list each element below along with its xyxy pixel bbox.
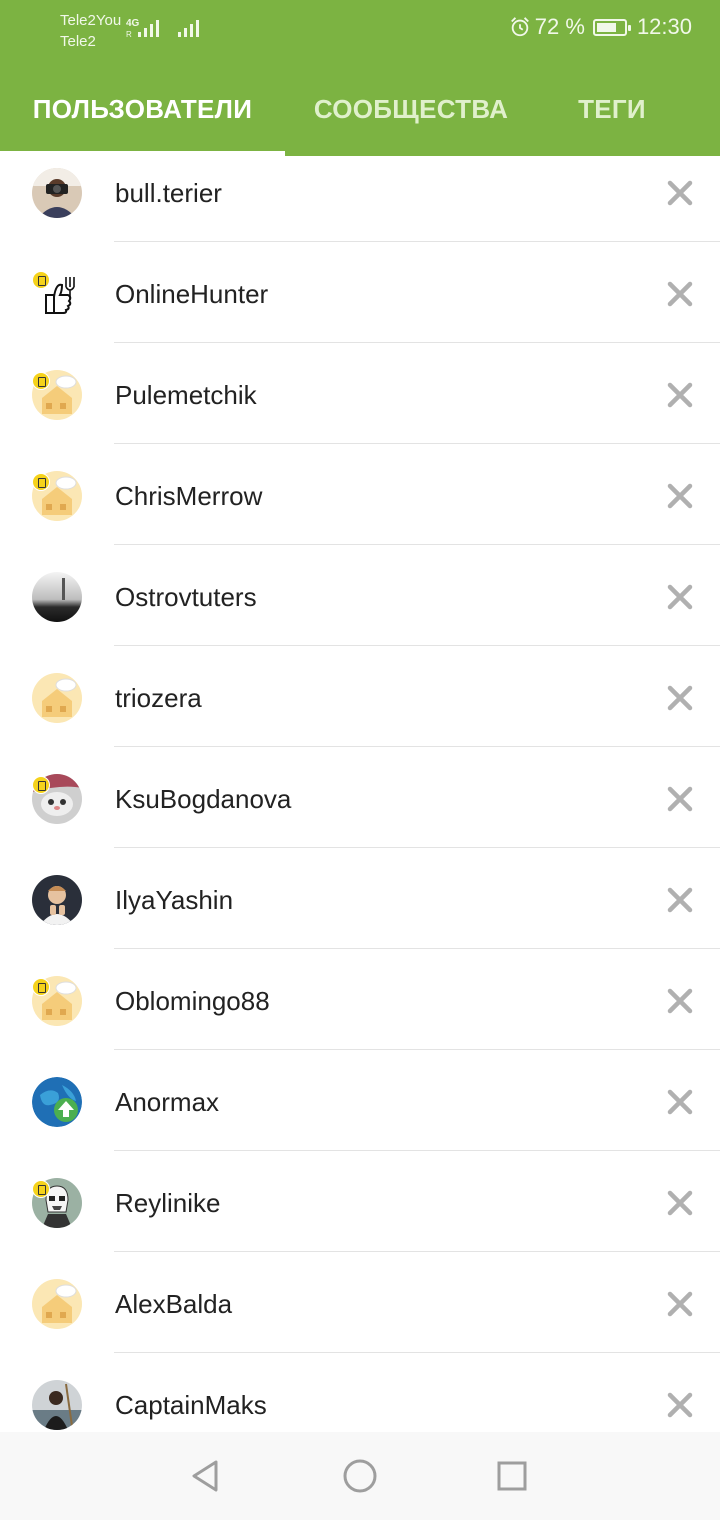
user-list[interactable]: bull.terier OnlineHunter Pulemetchik ChrisM… bbox=[0, 156, 720, 1432]
username[interactable]: CaptainMaks bbox=[115, 1388, 267, 1422]
avatar[interactable] bbox=[30, 469, 86, 525]
clock: 12:30 bbox=[636, 14, 692, 39]
list-item[interactable]: OnlineHunter bbox=[0, 257, 720, 358]
username[interactable]: ChrisMerrow bbox=[115, 479, 262, 513]
app-bar: Tele2You Tele2 4G R 72 % 12:30 ПОЛЬЗОВАТ… bbox=[0, 0, 720, 156]
list-item[interactable]: Reylinike bbox=[0, 1166, 720, 1267]
divider bbox=[114, 847, 720, 848]
divider bbox=[114, 645, 720, 646]
close-icon[interactable] bbox=[660, 981, 700, 1021]
avatar-image bbox=[32, 1279, 82, 1329]
list-item[interactable]: Anormax bbox=[0, 1065, 720, 1166]
divider bbox=[114, 342, 720, 343]
avatar[interactable] bbox=[30, 671, 86, 727]
username[interactable]: KsuBogdanova bbox=[115, 782, 291, 816]
avatar-image bbox=[32, 572, 82, 622]
username[interactable]: Reylinike bbox=[115, 1186, 221, 1220]
username[interactable]: bull.terier bbox=[115, 176, 222, 210]
username[interactable]: OnlineHunter bbox=[115, 277, 268, 311]
list-item[interactable]: bull.terier bbox=[0, 156, 720, 257]
avatar[interactable] bbox=[30, 873, 86, 929]
username[interactable]: Oblomingo88 bbox=[115, 984, 270, 1018]
avatar[interactable] bbox=[30, 1176, 86, 1232]
divider bbox=[114, 746, 720, 747]
tab-users[interactable]: ПОЛЬЗОВАТЕЛИ bbox=[0, 62, 285, 156]
navigation-bar bbox=[0, 1432, 720, 1520]
avatar[interactable] bbox=[30, 267, 86, 323]
battery-icon bbox=[592, 18, 631, 36]
note-badge-icon bbox=[32, 271, 50, 289]
note-badge-icon bbox=[32, 1180, 50, 1198]
tab-communities[interactable]: СООБЩЕСТВА bbox=[285, 62, 537, 156]
username[interactable]: Pulemetchik bbox=[115, 378, 257, 412]
close-icon[interactable] bbox=[660, 173, 700, 213]
roaming-label: R bbox=[126, 30, 132, 39]
close-icon[interactable] bbox=[660, 779, 700, 819]
close-icon[interactable] bbox=[660, 274, 700, 314]
note-badge-icon bbox=[32, 978, 50, 996]
username[interactable]: Anormax bbox=[115, 1085, 219, 1119]
carrier-1: Tele2You bbox=[60, 12, 122, 29]
avatar-image bbox=[32, 875, 82, 925]
divider bbox=[114, 1352, 720, 1353]
avatar[interactable] bbox=[30, 974, 86, 1030]
avatar-image bbox=[32, 1077, 82, 1127]
list-item[interactable]: Oblomingo88 bbox=[0, 964, 720, 1065]
close-icon[interactable] bbox=[660, 375, 700, 415]
close-icon[interactable] bbox=[660, 1385, 700, 1425]
list-item[interactable]: IlyaYashin bbox=[0, 863, 720, 964]
username[interactable]: AlexBalda bbox=[115, 1287, 232, 1321]
list-item[interactable]: Pulemetchik bbox=[0, 358, 720, 459]
username[interactable]: triozera bbox=[115, 681, 202, 715]
note-badge-icon bbox=[32, 473, 50, 491]
close-icon[interactable] bbox=[660, 1183, 700, 1223]
status-bar: Tele2You Tele2 4G R 72 % 12:30 bbox=[0, 0, 720, 62]
close-icon[interactable] bbox=[660, 1284, 700, 1324]
signal-strength-icon bbox=[178, 20, 199, 37]
avatar[interactable] bbox=[30, 166, 86, 222]
divider bbox=[114, 241, 720, 242]
divider bbox=[114, 1049, 720, 1050]
note-badge-icon bbox=[32, 776, 50, 794]
avatar[interactable] bbox=[30, 772, 86, 828]
signal-strength-icon bbox=[138, 20, 159, 37]
avatar-image bbox=[32, 168, 82, 218]
list-item[interactable]: CaptainMaks bbox=[0, 1368, 720, 1432]
list-item[interactable]: KsuBogdanova bbox=[0, 762, 720, 863]
avatar[interactable] bbox=[30, 570, 86, 626]
divider bbox=[114, 1251, 720, 1252]
battery-percent: 72 % bbox=[534, 14, 585, 39]
username[interactable]: IlyaYashin bbox=[115, 883, 233, 917]
system-indicators: 72 % 12:30 bbox=[509, 14, 692, 40]
home-icon[interactable] bbox=[340, 1456, 380, 1496]
note-badge-icon bbox=[32, 372, 50, 390]
avatar[interactable] bbox=[30, 1378, 86, 1432]
list-item[interactable]: AlexBalda bbox=[0, 1267, 720, 1368]
alarm-icon bbox=[510, 17, 529, 37]
divider bbox=[114, 544, 720, 545]
list-item[interactable]: triozera bbox=[0, 661, 720, 762]
tab-bar: ПОЛЬЗОВАТЕЛИ СООБЩЕСТВА ТЕГИ bbox=[0, 62, 720, 156]
username[interactable]: Ostrovtuters bbox=[115, 580, 257, 614]
avatar[interactable] bbox=[30, 1075, 86, 1131]
close-icon[interactable] bbox=[660, 1082, 700, 1122]
avatar[interactable] bbox=[30, 1277, 86, 1333]
close-icon[interactable] bbox=[660, 678, 700, 718]
close-icon[interactable] bbox=[660, 880, 700, 920]
back-icon[interactable] bbox=[186, 1456, 226, 1496]
list-item[interactable]: ChrisMerrow bbox=[0, 459, 720, 560]
avatar-image bbox=[32, 1380, 82, 1430]
avatar-image bbox=[32, 673, 82, 723]
carrier-2: Tele2 bbox=[60, 33, 96, 50]
close-icon[interactable] bbox=[660, 577, 700, 617]
divider bbox=[114, 443, 720, 444]
recents-icon[interactable] bbox=[492, 1456, 532, 1496]
divider bbox=[114, 948, 720, 949]
avatar[interactable] bbox=[30, 368, 86, 424]
divider bbox=[114, 1150, 720, 1151]
tab-tags[interactable]: ТЕГИ bbox=[537, 62, 687, 156]
carrier-info: Tele2You Tele2 bbox=[60, 10, 121, 52]
close-icon[interactable] bbox=[660, 476, 700, 516]
list-item[interactable]: Ostrovtuters bbox=[0, 560, 720, 661]
